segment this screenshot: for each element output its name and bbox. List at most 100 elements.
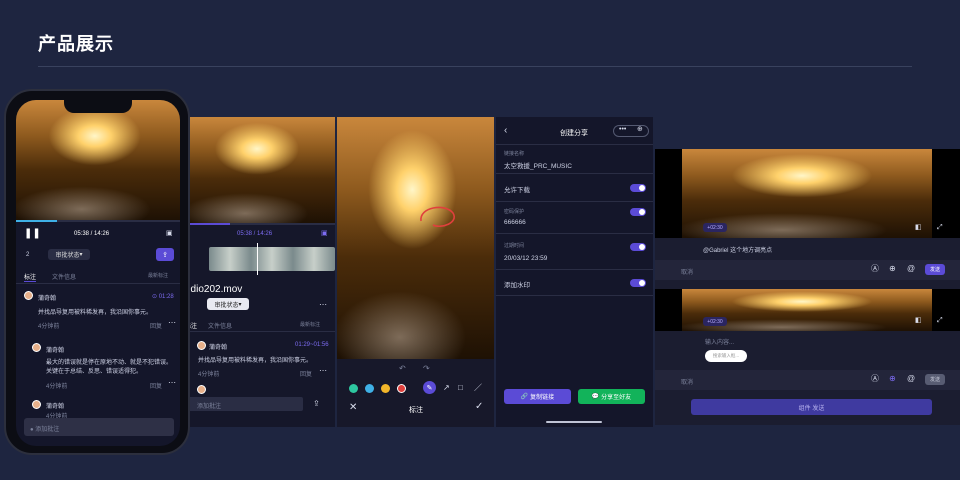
avatar [32,343,41,352]
tab-file-info[interactable]: 文件信息 [208,321,232,330]
color-swatch-yellow[interactable] [381,384,390,393]
expiry-toggle[interactable] [630,243,646,251]
comment-author: 蒲奇翰 [38,296,57,302]
mention-text[interactable]: @Gabriel 这个地方调亮点 [703,245,772,254]
page-title: 产品展示 [38,34,114,54]
more-icon[interactable]: ⋯ [319,367,327,375]
comment-author: 蒲奇翰 [46,348,65,354]
share-title: 创建分享 [560,130,588,137]
pen-tool-button[interactable]: ✎ [423,381,436,394]
comment-input-placeholder: 添加批注 [197,404,222,410]
sort-dropdown[interactable]: 最新标注 [300,321,320,328]
link-name-label: 链接名称 [504,151,525,157]
password-label: 密码保护 [504,209,525,215]
panel-video-review: 05:38 / 14:26 ▣ edio202.mov 审批状态 ▾ ⋯ 标注 文… [185,117,335,427]
progress-bar[interactable] [16,220,180,222]
rect-tool-icon[interactable]: □ [458,384,463,392]
speed-selector[interactable]: 2 [26,252,29,258]
thumbnail-strip[interactable] [209,247,335,271]
compose-input[interactable]: 输入内容... [705,337,734,346]
timestamp-badge[interactable]: + 02:30 [703,223,727,232]
time-icon[interactable]: ⊕ [889,265,896,273]
tab-divider [16,283,180,284]
line-tool-icon[interactable]: ／ [474,384,482,392]
reply-button[interactable]: 回复 [300,369,312,378]
undo-icon[interactable]: ↶ [399,365,406,373]
comment-ago: 4分钟前 [198,372,220,378]
more-icon[interactable]: ⋯ [168,379,176,387]
video-frame[interactable] [16,100,180,220]
link-icon: 🔗 [520,394,529,400]
search-mini-input[interactable]: 搜索输入框... [705,350,747,362]
progress-bar[interactable] [185,223,335,225]
status-dropdown[interactable]: 审批状态 ▾ [207,298,249,310]
tab-file-info[interactable]: 文件信息 [52,272,76,281]
comment-time[interactable]: ⊙ 01:28 [152,293,174,300]
expiry-value[interactable]: 20/03/12 23:59 [504,255,547,262]
annotate-canvas[interactable] [337,117,494,359]
back-icon[interactable]: ‹ [504,126,507,136]
video-time: 05:38 / 14:26 [74,231,110,237]
emoji-icon[interactable]: Ⓐ [871,375,879,383]
video-frame[interactable] [185,117,335,223]
comment-input-placeholder: ● 添加批注 [30,427,60,433]
color-swatch-green[interactable] [349,384,358,393]
fullscreen-icon[interactable]: ▣ [166,230,173,237]
more-icon[interactable]: ⋯ [168,319,176,327]
send-button[interactable]: 发送 [925,264,945,275]
password-toggle[interactable] [630,208,646,216]
target-icon[interactable]: ⊕ [637,126,643,133]
allow-download-toggle[interactable] [630,184,646,192]
fullscreen-icon[interactable]: ⤢ [937,317,943,324]
at-icon[interactable]: @ [907,375,915,383]
at-icon[interactable]: @ [907,265,915,273]
watermark-toggle[interactable] [630,279,646,287]
avatar [24,291,33,300]
pause-icon[interactable]: ❚❚ [24,229,41,239]
send-button-disabled[interactable]: 发送 [925,374,945,385]
reply-button[interactable]: 回复 [150,321,162,330]
row-divider [496,233,653,234]
arrow-tool-icon[interactable]: ↗ [443,384,450,392]
timestamp-badge[interactable]: + 02:30 [703,317,727,326]
emoji-icon[interactable]: Ⓐ [871,265,879,273]
row-divider [496,173,653,174]
comment-time-range[interactable]: 01:29~01:56 [295,342,329,348]
color-swatch-blue[interactable] [365,384,374,393]
share-icon[interactable]: ⇪ [313,400,320,408]
home-indicator [546,421,602,423]
share-to-friends-button[interactable]: 💬 分享至好友 [578,389,645,404]
time-icon[interactable]: ⊕ [889,375,896,383]
fullscreen-icon[interactable]: ⤢ [937,224,943,231]
cancel-button[interactable]: 取消 [681,267,693,276]
more-icon[interactable]: ⋯ [319,301,327,309]
status-dropdown[interactable]: 审批状态 ▾ [48,249,90,260]
row-divider [496,295,653,296]
comment-ago: 4分钟前 [46,384,68,390]
redo-icon[interactable]: ↷ [423,365,430,373]
tab-underline [24,281,36,282]
video-time: 05:38 / 14:26 [237,231,273,237]
tab-annotations[interactable]: 标注 [24,272,36,281]
close-icon[interactable]: ✕ [349,403,357,413]
copy-link-button[interactable]: 🔗 复制链接 [504,389,571,404]
confirm-icon[interactable]: ✓ [475,402,483,412]
color-swatch-red[interactable] [397,384,406,393]
pip-icon[interactable]: ◧ [915,317,922,324]
share-button[interactable]: ⇪ [156,248,174,261]
reply-button[interactable]: 回复 [150,381,162,390]
bottom-send-button[interactable]: 组件 发送 [691,399,932,415]
fullscreen-icon[interactable]: ▣ [321,230,328,237]
comment-author: 蒲奇翰 [209,345,228,351]
link-name-value[interactable]: 太空救援_PRC_MUSIC [504,160,572,170]
password-value[interactable]: 666666 [504,219,526,226]
comment-text: 并找品导复用被料稀发再，我沿国你事元。 [38,310,153,316]
row-divider [496,201,653,202]
pip-icon[interactable]: ◧ [915,224,922,231]
cancel-button[interactable]: 取消 [681,377,693,386]
playhead[interactable] [257,243,258,275]
phone-notch [64,100,132,113]
more-icon[interactable]: ••• [619,126,626,133]
panel-compose: + 02:30 ◧ ⤢ @Gabriel 这个地方调亮点 取消 Ⓐ ⊕ @ 发送… [655,149,960,425]
sort-dropdown[interactable]: 最新标注 [148,272,168,279]
